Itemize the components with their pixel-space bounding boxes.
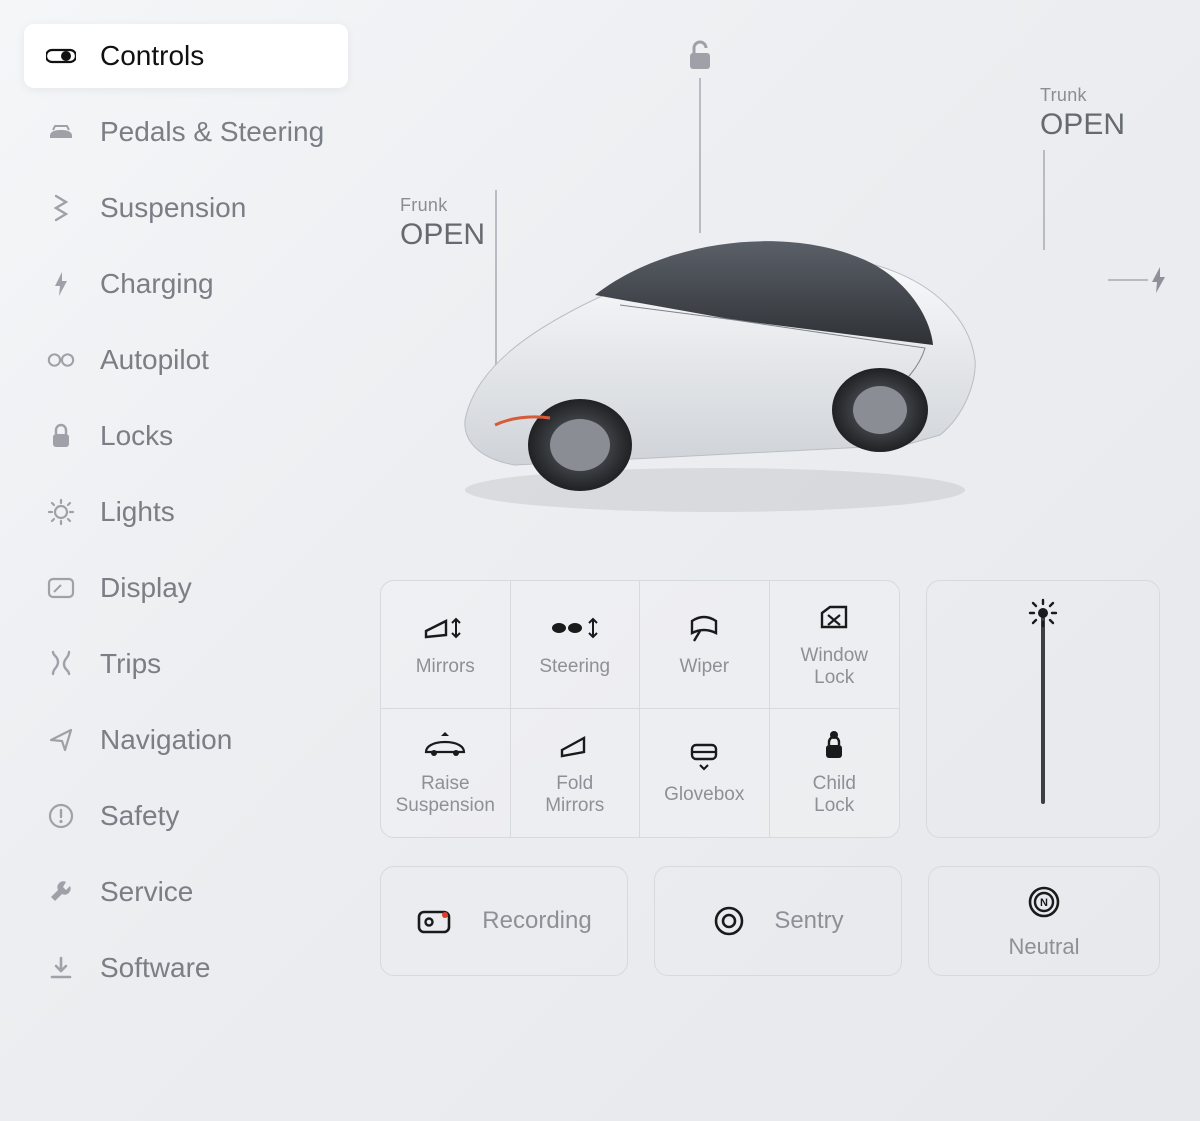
tablet-icon xyxy=(46,573,76,603)
quick-mirrors[interactable]: Mirrors xyxy=(381,581,511,709)
quick-label: Mirrors xyxy=(416,656,475,678)
sidebar-item-label: Lights xyxy=(100,496,175,528)
sidebar-item-pedals-steering[interactable]: Pedals & Steering xyxy=(24,100,348,164)
slider-icon xyxy=(46,41,76,71)
unlock-icon[interactable] xyxy=(680,35,720,75)
main-panel: Frunk OPEN Trunk OPEN xyxy=(360,0,1200,1121)
download-icon xyxy=(46,953,76,983)
shock-icon xyxy=(46,193,76,223)
lock-icon xyxy=(46,421,76,451)
quick-label: Child Lock xyxy=(813,773,856,817)
quick-label: Raise Suspension xyxy=(396,773,495,817)
brightness-sun-icon xyxy=(1028,598,1058,628)
steering-adjust-icon xyxy=(549,612,601,644)
car-icon xyxy=(46,117,76,147)
charge-port-icon[interactable] xyxy=(1148,265,1170,295)
quick-glovebox[interactable]: Glovebox xyxy=(640,709,770,837)
bolt-icon xyxy=(46,269,76,299)
sidebar-item-label: Charging xyxy=(100,268,214,300)
mirror-adjust-icon xyxy=(422,612,468,644)
sidebar-item-label: Software xyxy=(100,952,211,984)
glovebox-icon xyxy=(688,740,720,772)
sidebar-item-suspension[interactable]: Suspension xyxy=(24,176,348,240)
sidebar-item-label: Trips xyxy=(100,648,161,680)
quick-label: Fold Mirrors xyxy=(545,773,604,817)
brightness-slider[interactable] xyxy=(926,580,1160,838)
sidebar-item-trips[interactable]: Trips xyxy=(24,632,348,696)
sidebar-item-label: Controls xyxy=(100,40,204,72)
sidebar-item-service[interactable]: Service xyxy=(24,860,348,924)
quick-raise-suspension[interactable]: Raise Suspension xyxy=(381,709,511,837)
quick-label: Window Lock xyxy=(800,645,868,689)
quick-wiper[interactable]: Wiper xyxy=(640,581,770,709)
neutral-button[interactable]: N Neutral xyxy=(928,866,1160,976)
neutral-gear-icon: N xyxy=(1024,882,1064,922)
steering-hands-icon xyxy=(46,345,76,375)
child-lock-icon xyxy=(821,729,847,761)
sidebar-item-label: Service xyxy=(100,876,193,908)
neutral-label: Neutral xyxy=(1009,934,1080,960)
quick-child-lock[interactable]: Child Lock xyxy=(770,709,900,837)
quick-label: Glovebox xyxy=(664,784,744,806)
trunk-action: OPEN xyxy=(1040,108,1125,142)
recording-button[interactable]: Recording xyxy=(380,866,628,976)
sidebar-item-label: Safety xyxy=(100,800,179,832)
quick-steering[interactable]: Steering xyxy=(511,581,641,709)
quick-fold-mirrors[interactable]: Fold Mirrors xyxy=(511,709,641,837)
sidebar-item-label: Suspension xyxy=(100,192,246,224)
sidebar-item-software[interactable]: Software xyxy=(24,936,348,1000)
quick-window-lock[interactable]: Window Lock xyxy=(770,581,900,709)
sidebar-item-label: Navigation xyxy=(100,724,232,756)
sentry-icon xyxy=(712,904,746,938)
sidebar-item-locks[interactable]: Locks xyxy=(24,404,348,468)
sentry-button[interactable]: Sentry xyxy=(654,866,902,976)
trunk-button[interactable]: Trunk OPEN xyxy=(1040,85,1125,142)
sidebar-item-safety[interactable]: Safety xyxy=(24,784,348,848)
window-lock-icon xyxy=(818,601,850,633)
raise-suspension-icon xyxy=(420,729,470,761)
car-visualization: Frunk OPEN Trunk OPEN xyxy=(380,20,1160,580)
car-render xyxy=(435,170,995,520)
fold-mirror-icon xyxy=(558,729,592,761)
dashcam-icon xyxy=(416,906,454,936)
svg-text:N: N xyxy=(1040,897,1048,909)
alert-circle-icon xyxy=(46,801,76,831)
sidebar-item-label: Autopilot xyxy=(100,344,209,376)
recording-label: Recording xyxy=(482,907,591,935)
quick-label: Steering xyxy=(539,656,610,678)
sidebar-item-lights[interactable]: Lights xyxy=(24,480,348,544)
sidebar-item-display[interactable]: Display xyxy=(24,556,348,620)
sidebar-item-controls[interactable]: Controls xyxy=(24,24,348,88)
sidebar-item-autopilot[interactable]: Autopilot xyxy=(24,328,348,392)
sidebar: Controls Pedals & Steering Suspension Ch… xyxy=(0,0,360,1121)
quick-label: Wiper xyxy=(679,656,729,678)
brightness-track xyxy=(1041,614,1045,804)
sidebar-item-label: Display xyxy=(100,572,192,604)
route-icon xyxy=(46,649,76,679)
nav-arrow-icon xyxy=(46,725,76,755)
sidebar-item-label: Locks xyxy=(100,420,173,452)
bulb-icon xyxy=(46,497,76,527)
callout-line xyxy=(1108,279,1148,281)
callout-line xyxy=(1043,150,1045,250)
sentry-label: Sentry xyxy=(774,907,843,935)
quick-controls-grid: Mirrors Steering Wiper Window Lock xyxy=(380,580,900,838)
sidebar-item-charging[interactable]: Charging xyxy=(24,252,348,316)
wrench-icon xyxy=(46,877,76,907)
sidebar-item-label: Pedals & Steering xyxy=(100,116,324,148)
wiper-icon xyxy=(686,612,722,644)
sidebar-item-navigation[interactable]: Navigation xyxy=(24,708,348,772)
trunk-label: Trunk xyxy=(1040,85,1125,106)
